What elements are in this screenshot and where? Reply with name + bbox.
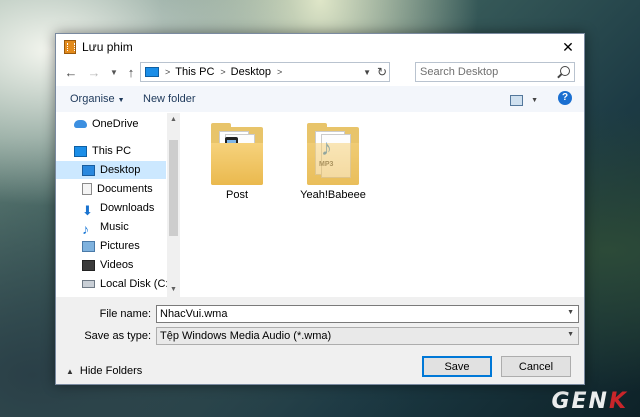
- this-pc-icon: [145, 67, 159, 77]
- sidebar-item-pictures[interactable]: Pictures: [82, 237, 166, 255]
- onedrive-icon: [74, 120, 87, 129]
- disk-icon: [82, 280, 95, 289]
- downloads-icon: [82, 203, 95, 214]
- search-icon[interactable]: [560, 66, 570, 76]
- sidebar-item-label: This PC: [92, 145, 132, 157]
- organise-button[interactable]: Organise ▼: [70, 93, 125, 105]
- scroll-down-arrow-icon[interactable]: ▼: [167, 283, 180, 297]
- chevron-down-icon[interactable]: ▼: [567, 331, 574, 338]
- watermark-text: GEN: [551, 389, 609, 414]
- save-button[interactable]: Save: [422, 356, 492, 377]
- sidebar-item-desktop[interactable]: Desktop: [56, 161, 166, 179]
- scrollbar-thumb[interactable]: [169, 140, 178, 236]
- folder-icon: [211, 123, 263, 185]
- videos-icon: [82, 259, 95, 271]
- save-dialog: Lưu phim ✕ ← → ▼ ↑ > This PC > Desktop >…: [55, 33, 585, 385]
- new-folder-button[interactable]: New folder: [143, 93, 196, 105]
- hide-folders-label: Hide Folders: [79, 365, 143, 377]
- chevron-down-icon: ▼: [117, 97, 125, 104]
- search-input[interactable]: [420, 65, 550, 79]
- sidebar-item-onedrive[interactable]: OneDrive: [74, 115, 166, 133]
- file-name-field[interactable]: ▼: [156, 305, 579, 323]
- this-pc-icon: [74, 145, 87, 157]
- breadcrumb-chevron-icon[interactable]: >: [220, 67, 225, 77]
- breadcrumb-this-pc[interactable]: This PC: [175, 66, 214, 78]
- breadcrumb-desktop[interactable]: Desktop: [231, 66, 271, 78]
- save-options-panel: File name: ▼ Save as type: Tệp Windows M…: [56, 297, 584, 384]
- forward-arrow-icon[interactable]: →: [86, 64, 102, 82]
- folder-item-yeah-babeee[interactable]: ♪MP3 Yeah!Babeee: [298, 123, 368, 201]
- folder-label: Yeah!Babeee: [300, 189, 366, 201]
- navigation-bar: ← → ▼ ↑ > This PC > Desktop > ▼ ↻: [56, 61, 584, 85]
- refresh-icon[interactable]: ↻: [377, 63, 387, 81]
- hide-folders-button[interactable]: ▲ Hide Folders: [66, 365, 142, 377]
- up-arrow-icon[interactable]: ↑: [123, 64, 139, 82]
- sidebar-item-documents[interactable]: Documents: [82, 180, 166, 198]
- folder-music-icon: ♪MP3: [307, 123, 359, 185]
- desktop-icon: [82, 164, 95, 176]
- title-bar: Lưu phim ✕: [56, 34, 584, 60]
- sidebar-item-label: Documents: [97, 183, 153, 195]
- sidebar-item-label: Local Disk (C:): [100, 278, 173, 290]
- pictures-icon: [82, 240, 95, 252]
- address-bar[interactable]: > This PC > Desktop > ▼ ↻: [140, 62, 390, 82]
- file-name-label: File name:: [99, 308, 151, 320]
- sidebar-item-music[interactable]: Music: [82, 218, 166, 236]
- navigation-pane: OneDrive This PC Desktop Documents Downl…: [56, 113, 181, 297]
- scroll-up-arrow-icon[interactable]: ▲: [167, 113, 180, 127]
- organise-label: Organise: [70, 93, 115, 105]
- sidebar-item-label: Desktop: [100, 164, 141, 176]
- chevron-down-icon[interactable]: ▼: [567, 309, 574, 316]
- chevron-up-icon: ▲: [66, 367, 74, 376]
- folder-label: Post: [225, 189, 248, 201]
- breadcrumb-chevron-icon[interactable]: >: [165, 67, 170, 77]
- file-list: Post ♪MP3 Yeah!Babeee: [182, 113, 584, 297]
- back-arrow-icon[interactable]: ←: [63, 64, 79, 82]
- sidebar-item-label: Videos: [100, 259, 134, 271]
- chevron-down-icon: ▼: [531, 97, 538, 105]
- cancel-button[interactable]: Cancel: [501, 356, 571, 377]
- sidebar-item-local-disk[interactable]: Local Disk (C:): [82, 275, 172, 293]
- navigation-pane-scrollbar[interactable]: ▲ ▼: [167, 113, 180, 297]
- help-icon[interactable]: ?: [558, 91, 572, 105]
- sidebar-item-videos[interactable]: Videos: [82, 256, 166, 274]
- address-dropdown-icon[interactable]: ▼: [363, 64, 371, 82]
- music-icon: [82, 222, 95, 233]
- documents-icon: [82, 183, 92, 196]
- save-as-type-value: Tệp Windows Media Audio (*.wma): [160, 330, 332, 342]
- sidebar-item-label: Music: [100, 221, 129, 233]
- watermark-accent: K: [608, 389, 628, 414]
- folder-item-post[interactable]: Post: [202, 123, 272, 201]
- file-name-input[interactable]: [160, 307, 560, 321]
- sidebar-item-this-pc[interactable]: This PC: [74, 142, 166, 160]
- sidebar-item-label: OneDrive: [92, 118, 139, 130]
- film-icon: [64, 40, 76, 54]
- close-button[interactable]: ✕: [558, 37, 578, 57]
- sidebar-item-label: Pictures: [100, 240, 140, 252]
- search-box[interactable]: [415, 62, 575, 82]
- sidebar-item-label: Downloads: [100, 202, 155, 214]
- genk-watermark: GENK: [551, 389, 628, 414]
- breadcrumb-chevron-icon[interactable]: >: [277, 67, 282, 77]
- view-options-button[interactable]: ▼: [510, 93, 538, 107]
- recent-locations-chevron-icon[interactable]: ▼: [106, 64, 122, 82]
- save-as-type-label: Save as type:: [84, 330, 151, 342]
- command-bar: Organise ▼ New folder ▼ ?: [56, 86, 584, 112]
- save-as-type-select[interactable]: Tệp Windows Media Audio (*.wma) ▼: [156, 327, 579, 345]
- sidebar-item-downloads[interactable]: Downloads: [82, 199, 166, 217]
- view-icon: [510, 95, 524, 107]
- window-title: Lưu phim: [82, 40, 133, 54]
